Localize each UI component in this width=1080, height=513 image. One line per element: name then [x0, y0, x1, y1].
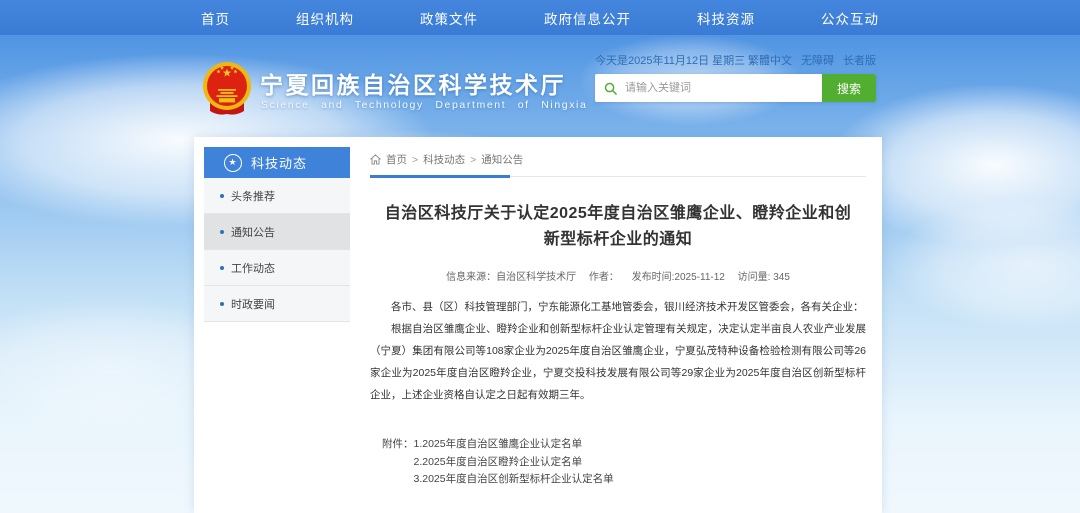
- link-traditional-chinese[interactable]: 繁體中文: [748, 52, 792, 68]
- nav-item-sci-resources[interactable]: 科技资源: [697, 8, 755, 28]
- article-area: 首页 > 科技动态 > 通知公告 自治区科技厅关于认定2025年度自治区雏鹰企业…: [370, 147, 866, 489]
- breadcrumb-divider-accent: [370, 175, 510, 178]
- link-accessibility[interactable]: 无障碍: [801, 52, 834, 68]
- breadcrumb-separator: >: [470, 154, 476, 166]
- attachment-link-2[interactable]: 2.2025年度自治区瞪羚企业认定名单: [414, 454, 614, 472]
- attachments: 附件： 1.2025年度自治区雏鹰企业认定名单 2.2025年度自治区瞪羚企业认…: [382, 436, 866, 489]
- sidebar-header: ★ 科技动态: [204, 147, 350, 178]
- current-date: 今天是2025年11月12日 星期三: [595, 52, 745, 68]
- sidebar-item-politics-news[interactable]: 时政要闻: [204, 286, 350, 322]
- main-nav: 首页 组织机构 政策文件 政府信息公开 科技资源 公众互动: [0, 0, 1080, 35]
- attachment-list: 1.2025年度自治区雏鹰企业认定名单 2.2025年度自治区瞪羚企业认定名单 …: [414, 436, 614, 489]
- bullet-icon: [220, 266, 224, 270]
- nav-item-gov-info[interactable]: 政府信息公开: [544, 8, 631, 28]
- sidebar-item-label: 时政要闻: [231, 296, 275, 312]
- attachment-link-3[interactable]: 3.2025年度自治区创新型标杆企业认定名单: [414, 471, 614, 489]
- article-paragraph: 各市、县（区）科技管理部门，宁东能源化工基地管委会，银川经济技术开发区管委会，各…: [370, 296, 866, 318]
- article-title: 自治区科技厅关于认定2025年度自治区雏鹰企业、瞪羚企业和创新型标杆企业的通知: [381, 201, 855, 253]
- article-paragraph: 根据自治区雏鹰企业、瞪羚企业和创新型标杆企业认定管理有关规定，决定认定半亩良人农…: [370, 318, 866, 406]
- sidebar: ★ 科技动态 头条推荐 通知公告 工作动态 时政要闻: [204, 147, 350, 322]
- meta-author: 作者：: [589, 272, 619, 283]
- attachments-label: 附件：: [382, 436, 414, 489]
- article-meta: 信息来源：自治区科学技术厅 作者： 发布时间:2025-11-12 访问量: 3…: [370, 268, 866, 283]
- topbar-utility-row: 今天是2025年11月12日 星期三 繁體中文 无障碍 长者版: [595, 52, 876, 68]
- sidebar-title: 科技动态: [251, 153, 307, 172]
- attachment-link-1[interactable]: 1.2025年度自治区雏鹰企业认定名单: [414, 436, 614, 454]
- nav-item-home[interactable]: 首页: [201, 8, 230, 28]
- meta-visits: 访问量: 345: [738, 272, 790, 283]
- search-button[interactable]: 搜索: [822, 74, 876, 102]
- bullet-icon: [220, 230, 224, 234]
- nav-item-organization[interactable]: 组织机构: [296, 8, 354, 28]
- content-panel: ★ 科技动态 头条推荐 通知公告 工作动态 时政要闻: [194, 137, 882, 513]
- site-title: 宁夏回族自治区科学技术厅: [260, 66, 566, 100]
- nav-item-policy[interactable]: 政策文件: [420, 8, 478, 28]
- sidebar-item-headlines[interactable]: 头条推荐: [204, 178, 350, 214]
- sidebar-item-label: 头条推荐: [231, 188, 275, 204]
- quick-links: 繁體中文 无障碍 长者版: [748, 52, 876, 68]
- search-bar: 搜索: [595, 74, 876, 102]
- cloud-decoration: [890, 200, 1080, 330]
- breadcrumb-divider: [370, 176, 866, 177]
- site-subtitle: Science and Technology Department of Nin…: [261, 99, 587, 111]
- sidebar-item-work-trends[interactable]: 工作动态: [204, 250, 350, 286]
- link-elderly-version[interactable]: 长者版: [843, 52, 876, 68]
- bullet-icon: [220, 194, 224, 198]
- breadcrumb-home[interactable]: 首页: [386, 152, 407, 167]
- search-icon: [604, 82, 617, 95]
- home-icon: [370, 154, 381, 165]
- sidebar-item-label: 工作动态: [231, 260, 275, 276]
- breadcrumb-notices[interactable]: 通知公告: [481, 152, 523, 167]
- breadcrumb-sci-trends[interactable]: 科技动态: [423, 152, 465, 167]
- national-emblem-logo: [200, 59, 254, 119]
- sidebar-list: 头条推荐 通知公告 工作动态 时政要闻: [204, 178, 350, 322]
- sidebar-item-notices[interactable]: 通知公告: [204, 214, 350, 250]
- breadcrumb: 首页 > 科技动态 > 通知公告: [370, 147, 866, 167]
- meta-source: 信息来源：自治区科学技术厅: [446, 272, 576, 283]
- meta-publish-time: 发布时间:2025-11-12: [632, 272, 725, 283]
- page: 首页 组织机构 政策文件 政府信息公开 科技资源 公众互动 宁夏回族自治区科学技…: [0, 0, 1080, 513]
- breadcrumb-separator: >: [412, 154, 418, 166]
- nav-item-public-interaction[interactable]: 公众互动: [821, 8, 879, 28]
- sidebar-item-label: 通知公告: [231, 224, 275, 240]
- star-circle-icon: ★: [224, 154, 242, 172]
- search-input[interactable]: [623, 81, 822, 95]
- article-body: 各市、县（区）科技管理部门，宁东能源化工基地管委会，银川经济技术开发区管委会，各…: [370, 296, 866, 406]
- bullet-icon: [220, 302, 224, 306]
